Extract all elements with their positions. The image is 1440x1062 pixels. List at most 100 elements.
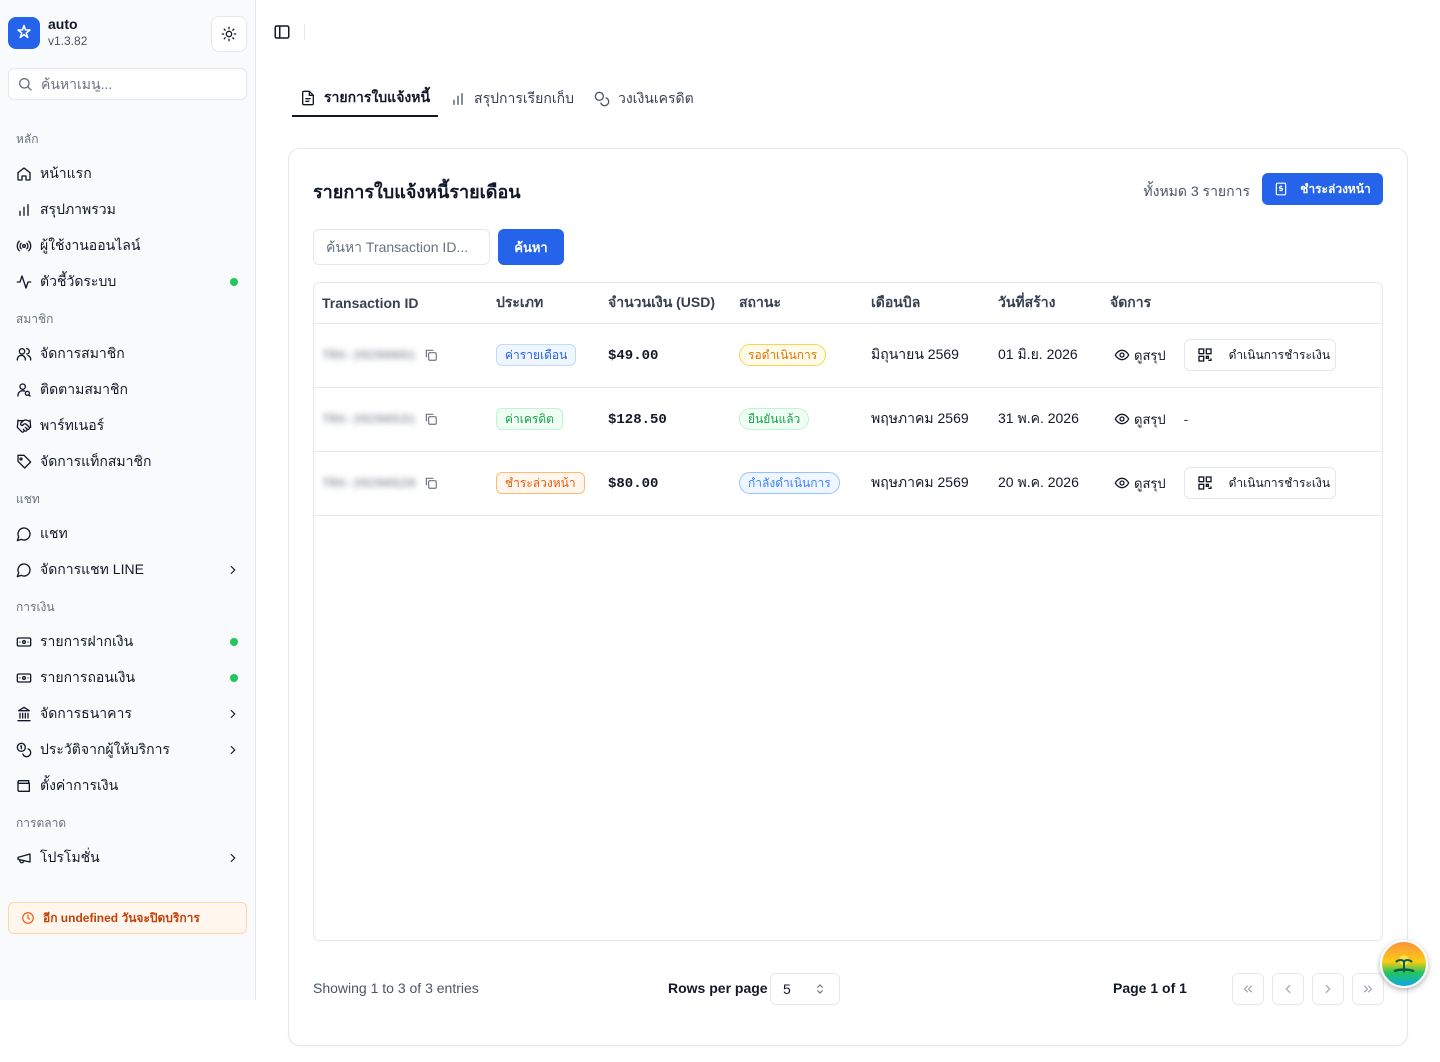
brand-logo-icon bbox=[8, 16, 40, 49]
chevrons-right-icon bbox=[1361, 982, 1375, 996]
nav-group-label: การตลาด bbox=[16, 816, 67, 830]
tab-credit-limit[interactable]: วงเงินเครดิต bbox=[586, 80, 702, 117]
sidebar-item-label: จัดการแท็กสมาชิก bbox=[40, 453, 152, 469]
chevron-right-icon bbox=[226, 563, 240, 577]
sidebar-item-chat[interactable]: แชท bbox=[0, 516, 256, 552]
sidebar-item-banks[interactable]: จัดการธนาคาร bbox=[0, 696, 256, 732]
page-info: Page 1 of 1 bbox=[1113, 980, 1187, 996]
status-dot bbox=[230, 674, 238, 682]
sidebar-item-manage-members[interactable]: จัดการสมาชิก bbox=[0, 336, 256, 372]
withdraw-icon bbox=[16, 670, 32, 686]
view-summary-link[interactable]: ดูสรุป bbox=[1114, 345, 1166, 366]
view-label: ดูสรุป bbox=[1134, 347, 1166, 363]
copy-icon[interactable] bbox=[424, 348, 438, 362]
bar-chart-icon bbox=[450, 91, 466, 107]
clock-icon bbox=[21, 911, 35, 925]
column-header: เดือนบิล bbox=[863, 283, 990, 324]
brand[interactable]: auto v1.3.82 bbox=[8, 16, 87, 49]
tab-billing-summary[interactable]: สรุปการเรียกเก็บ bbox=[442, 80, 582, 117]
card-title: รายการใบแจ้งหนี้รายเดือน bbox=[313, 182, 521, 202]
sidebar-item-online-users[interactable]: ผู้ใช้งานออนไลน์ bbox=[0, 228, 256, 264]
sidebar-item-label: ตั้งค่าการเงิน bbox=[40, 777, 119, 793]
tab-invoices[interactable]: รายการใบแจ้งหนี้ bbox=[292, 80, 439, 117]
theme-toggle-button[interactable] bbox=[211, 16, 247, 52]
floating-assistant-button[interactable] bbox=[1380, 940, 1428, 988]
sidebar-item-line-chat[interactable]: จัดการแชท LINE bbox=[0, 552, 256, 588]
eye-icon bbox=[1114, 347, 1130, 363]
column-header: สถานะ bbox=[731, 283, 863, 324]
sidebar-toggle-button[interactable] bbox=[272, 22, 292, 42]
sidebar-item-label: ประวัติจากผู้ให้บริการ bbox=[40, 741, 170, 757]
bank-icon bbox=[16, 706, 32, 722]
topbar-divider bbox=[304, 24, 305, 40]
sidebar-item-label: รายการฝากเงิน bbox=[40, 633, 134, 649]
sidebar-item-withdrawals[interactable]: รายการถอนเงิน bbox=[0, 660, 256, 696]
copy-icon[interactable] bbox=[424, 412, 438, 426]
sidebar-item-label: จัดการแชท LINE bbox=[40, 561, 144, 577]
invoice-card: รายการใบแจ้งหนี้รายเดือน ทั้งหมด 3 รายกา… bbox=[288, 148, 1408, 1046]
copy-icon[interactable] bbox=[424, 476, 438, 490]
column-header: วันที่สร้าง bbox=[990, 283, 1102, 324]
rows-per-page-select[interactable]: 5 bbox=[770, 973, 840, 1005]
bill-month: มิถุนายน 2569 bbox=[863, 323, 990, 388]
view-summary-link[interactable]: ดูสรุป bbox=[1114, 409, 1166, 430]
status-badge: รอดำเนินการ bbox=[739, 344, 827, 366]
nav-group-label: แชท bbox=[16, 492, 40, 506]
type-badge: ค่ารายเดือน bbox=[496, 344, 577, 366]
sidebar-search[interactable] bbox=[8, 68, 247, 100]
column-header: จำนวนเงิน (USD) bbox=[600, 283, 731, 324]
sidebar-item-promotions[interactable]: โปรโมชั่น bbox=[0, 840, 256, 876]
sidebar-item-track-members[interactable]: ติดตามสมาชิก bbox=[0, 372, 256, 408]
view-label: ดูสรุป bbox=[1134, 475, 1166, 491]
sidebar-item-deposits[interactable]: รายการฝากเงิน bbox=[0, 624, 256, 660]
status-badge: ยืนยันแล้ว bbox=[739, 408, 810, 430]
chat-icon bbox=[16, 526, 32, 542]
column-header: Transaction ID bbox=[314, 283, 488, 324]
process-payment-button[interactable]: ดำเนินการชำระเงิน bbox=[1183, 339, 1336, 371]
table-header-row: Transaction ID ประเภท จำนวนเงิน (USD) สถ… bbox=[314, 283, 1382, 324]
chevron-right-icon bbox=[226, 707, 240, 721]
view-summary-link[interactable]: ดูสรุป bbox=[1114, 473, 1166, 494]
sun-icon bbox=[221, 26, 237, 42]
qr-code-icon bbox=[1197, 475, 1213, 491]
sidebar-item-overview[interactable]: สรุปภาพรวม bbox=[0, 192, 256, 228]
sidebar-item-metrics[interactable]: ตัวชี้วัดระบบ bbox=[0, 264, 256, 300]
first-page-button[interactable] bbox=[1232, 973, 1264, 1005]
pay-label: ดำเนินการชำระเงิน bbox=[1228, 347, 1331, 362]
sidebar-item-label: จัดการธนาคาร bbox=[40, 705, 132, 721]
sidebar-search-input[interactable] bbox=[41, 76, 231, 92]
view-label: ดูสรุป bbox=[1134, 411, 1166, 427]
next-page-button[interactable] bbox=[1312, 973, 1344, 1005]
transaction-id: TRX-20260601 bbox=[322, 347, 416, 363]
sidebar-item-partners[interactable]: พาร์ทเนอร์ bbox=[0, 408, 256, 444]
tab-list: รายการใบแจ้งหนี้ สรุปการเรียกเก็บ วงเงิน… bbox=[292, 80, 706, 117]
last-page-button[interactable] bbox=[1352, 973, 1384, 1005]
type-badge: ชำระล่วงหน้า bbox=[496, 472, 585, 494]
rows-per-page-value: 5 bbox=[783, 981, 791, 997]
amount: $128.50 bbox=[608, 412, 667, 428]
sidebar-item-home[interactable]: หน้าแรก bbox=[0, 156, 256, 192]
sidebar-item-finance-settings[interactable]: ตั้งค่าการเงิน bbox=[0, 768, 256, 804]
prepay-button[interactable]: ชำระล่วงหน้า bbox=[1262, 173, 1383, 205]
prev-page-button[interactable] bbox=[1272, 973, 1304, 1005]
megaphone-icon bbox=[16, 850, 32, 866]
bar-chart-icon bbox=[16, 202, 32, 218]
table-row: TRX-20260601 ค่ารายเดือน $49.00 รอดำเนิน… bbox=[314, 323, 1382, 388]
brand-name: auto bbox=[48, 16, 78, 32]
sidebar-item-provider-history[interactable]: ประวัติจากผู้ให้บริการ bbox=[0, 732, 256, 768]
nav-group-label: หลัก bbox=[16, 132, 39, 146]
amount: $49.00 bbox=[608, 348, 659, 364]
brand-version: v1.3.82 bbox=[48, 34, 88, 48]
expiry-text: อีก undefined วันจะปิดบริการ bbox=[43, 910, 200, 925]
search-button[interactable]: ค้นหา bbox=[498, 229, 564, 265]
chevrons-up-down-icon bbox=[813, 982, 827, 996]
file-icon bbox=[300, 90, 316, 106]
transaction-search-input[interactable] bbox=[313, 229, 490, 265]
sidebar-item-label: สรุปภาพรวม bbox=[40, 201, 116, 217]
sidebar-item-member-tags[interactable]: จัดการแท็กสมาชิก bbox=[0, 444, 256, 480]
pay-label: ดำเนินการชำระเงิน bbox=[1228, 475, 1331, 490]
process-payment-button[interactable]: ดำเนินการชำระเงิน bbox=[1183, 467, 1336, 499]
rows-per-page-label: Rows per page bbox=[668, 980, 768, 996]
sidebar-item-label: ติดตามสมาชิก bbox=[40, 381, 128, 397]
status-dot bbox=[230, 278, 238, 286]
